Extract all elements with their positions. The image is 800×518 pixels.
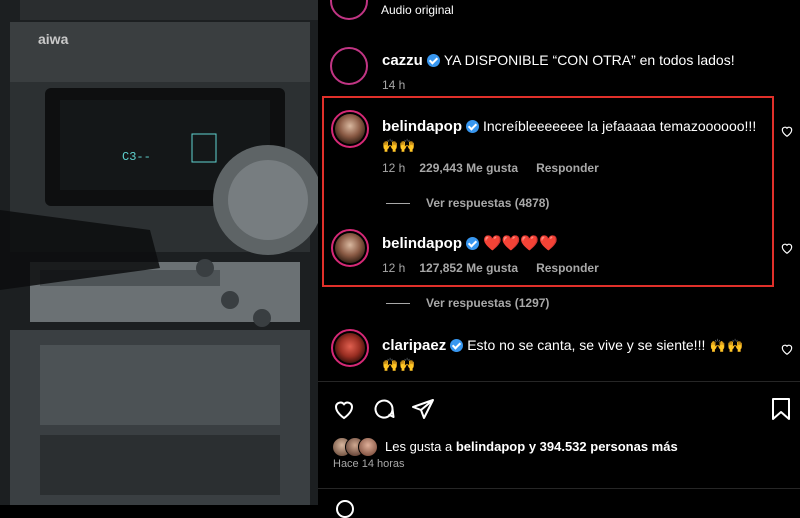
emoji-picker-icon[interactable]	[336, 500, 354, 518]
comment-text: ❤️❤️❤️❤️	[483, 235, 558, 252]
bookmark-icon[interactable]	[770, 397, 792, 421]
audio-subtitle: Audio original	[381, 3, 454, 17]
comment-time: 12 h	[382, 161, 406, 175]
divider	[318, 488, 800, 489]
reply-button[interactable]: Responder	[536, 161, 599, 175]
verified-icon	[466, 237, 479, 250]
divider	[318, 381, 800, 382]
post-media[interactable]: aiwa C3--	[0, 0, 318, 505]
view-replies[interactable]: Ver respuestas (4878)	[386, 196, 549, 210]
comment-text: YA DISPONIBLE “CON OTRA” en todos lados!	[443, 52, 735, 68]
liker-avatars	[332, 437, 380, 457]
comment: belindapop Increíbleeeeeee la jefaaaaa te…	[382, 117, 767, 155]
avatar[interactable]	[331, 110, 369, 148]
stereo-display: C3--	[122, 150, 151, 164]
comment: claripaez Esto no se canta, se vive y se …	[382, 336, 767, 374]
likes-count: y 394.532 personas más	[528, 439, 678, 454]
stereo-photo: aiwa C3--	[0, 0, 318, 505]
view-replies[interactable]: Ver respuestas (1297)	[386, 296, 549, 310]
comment-likes[interactable]: 127,852 Me gusta	[419, 261, 518, 275]
heart-icon[interactable]	[780, 124, 794, 138]
comment: cazzu YA DISPONIBLE “CON OTRA” en todos l…	[382, 52, 735, 70]
comment-likes[interactable]: 229,443 Me gusta	[419, 161, 518, 175]
verified-icon	[426, 54, 440, 67]
verified-icon	[450, 339, 464, 352]
heart-icon[interactable]	[780, 342, 794, 356]
share-icon[interactable]	[411, 397, 435, 421]
comment-time: 12 h	[382, 261, 406, 275]
comment-meta: 12 h 229,443 Me gusta Responder	[382, 161, 613, 175]
likes-user: belindapop	[455, 439, 526, 454]
comment-emoji: 🙌🙌	[709, 338, 745, 353]
comment-text: Esto no se canta, se vive y se siente!!!	[467, 337, 706, 353]
comment-emoji: 🙌🙌	[382, 357, 417, 372]
stereo-brand: aiwa	[38, 31, 69, 47]
comment-username[interactable]: belindapop	[382, 118, 462, 135]
comment-emoji: 🙌🙌	[382, 138, 417, 153]
comment-icon[interactable]	[372, 397, 396, 421]
avatar[interactable]	[331, 329, 369, 367]
comment-username[interactable]: claripaez	[382, 337, 446, 354]
comment-meta: 12 h 127,852 Me gusta Responder	[382, 261, 613, 275]
post-time: Hace 14 horas	[333, 458, 405, 470]
heart-icon[interactable]	[780, 241, 794, 255]
comment-meta: 14 h	[382, 78, 419, 92]
verified-icon	[466, 120, 479, 133]
avatar[interactable]	[331, 229, 369, 267]
comment: belindapop ❤️❤️❤️❤️	[382, 234, 558, 253]
comment-username[interactable]: belindapop	[382, 235, 462, 252]
comment-username[interactable]: cazzu	[382, 52, 423, 69]
comment-time: 14 h	[382, 78, 406, 92]
avatar[interactable]	[330, 47, 368, 85]
like-heart-icon[interactable]	[332, 397, 356, 421]
likes-summary[interactable]: Les gusta a belindapop y 394.532 persona…	[385, 439, 678, 454]
reply-button[interactable]: Responder	[536, 261, 599, 275]
comment-text: Increíbleeeeeee la jefaaaaa temazoooooo!…	[483, 118, 757, 134]
